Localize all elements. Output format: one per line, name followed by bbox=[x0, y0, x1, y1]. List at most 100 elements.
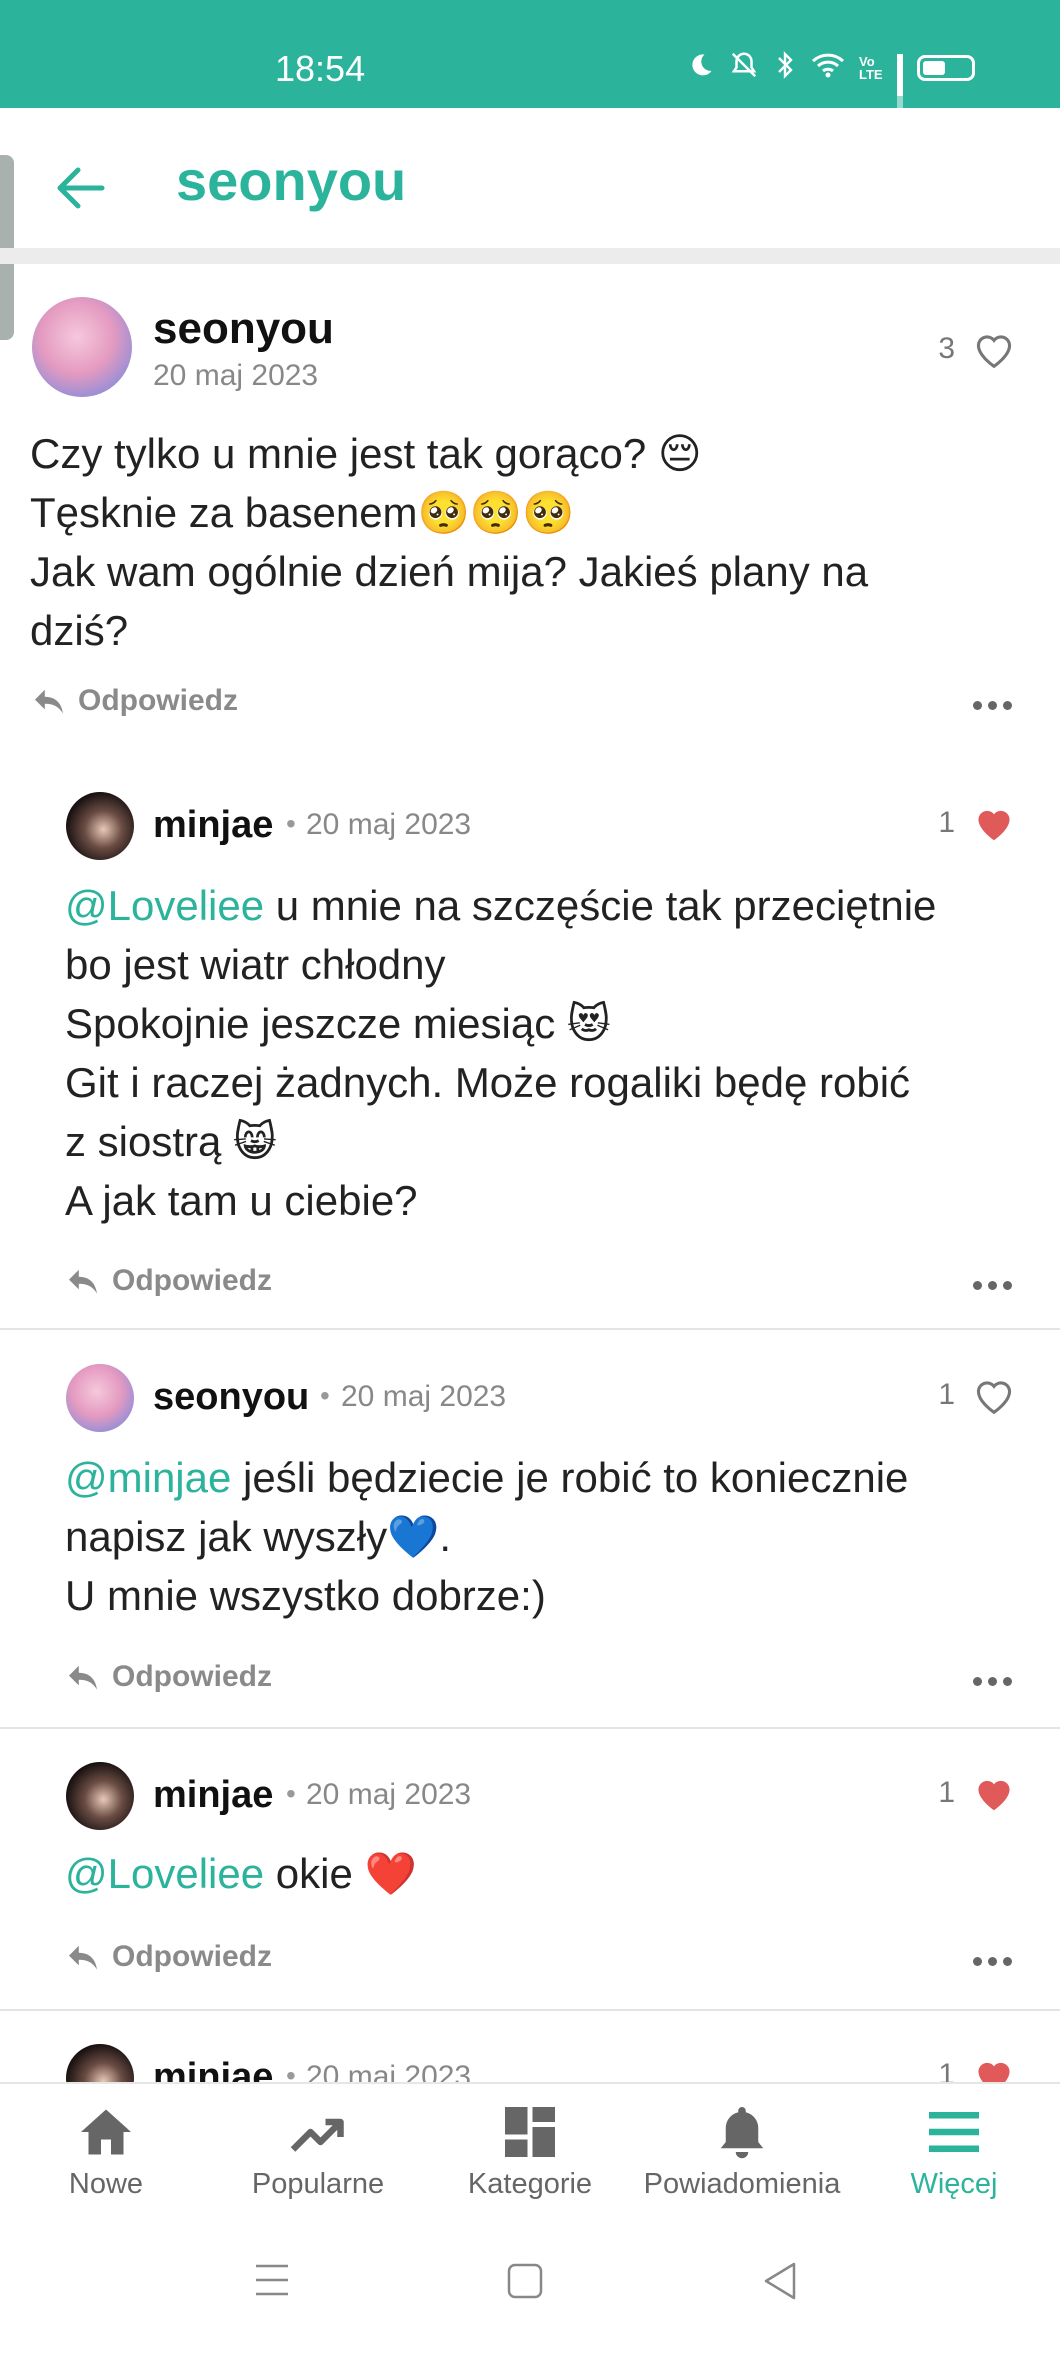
heart-outline-icon bbox=[976, 335, 1012, 368]
bell-icon bbox=[720, 2107, 764, 2159]
comment-divider bbox=[0, 2009, 1060, 2011]
comment-line: jeśli będziecie je robić to koniecznie bbox=[231, 1454, 909, 1501]
status-icons: Vo LTE bbox=[687, 50, 975, 122]
heart-filled-icon bbox=[978, 2062, 1010, 2082]
post-date: 20 maj 2023 bbox=[153, 359, 319, 392]
header-divider bbox=[0, 248, 1060, 264]
comment-date: 20 maj 2023 bbox=[306, 1778, 472, 1811]
reply-label: Odpowiedz bbox=[112, 1940, 272, 1973]
comment-date: 20 maj 2023 bbox=[306, 808, 472, 841]
nav-item-powiadomienia[interactable]: Powiadomienia bbox=[636, 2104, 848, 2201]
reply-icon bbox=[35, 689, 63, 714]
comment-body: @minjae jeśli będziecie je robić to koni… bbox=[65, 1448, 908, 1625]
battery-icon bbox=[917, 54, 975, 81]
post-line: Tęsknie za basenem🥺🥺🥺 bbox=[30, 489, 575, 536]
comment-line: napisz jak wyszły💙. bbox=[65, 1513, 452, 1560]
more-options-icon[interactable] bbox=[973, 701, 1012, 710]
avatar[interactable] bbox=[32, 297, 132, 397]
comment-author[interactable]: seonyou bbox=[153, 1376, 309, 1419]
reply-label: Odpowiedz bbox=[112, 1264, 272, 1297]
grid-icon bbox=[505, 2107, 555, 2157]
comment-line: z siostrą 😸 bbox=[65, 1118, 277, 1165]
like-count: 1 bbox=[938, 2058, 955, 2082]
mention-link[interactable]: @Loveliee bbox=[65, 882, 264, 929]
comment-author[interactable]: minjae bbox=[153, 804, 273, 847]
comment-divider bbox=[0, 1727, 1060, 1729]
comment-author[interactable]: minjae bbox=[153, 1774, 273, 1817]
bluetooth-icon bbox=[773, 50, 797, 85]
reply-button[interactable]: Odpowiedz bbox=[66, 1940, 272, 1974]
heart-outline-icon bbox=[976, 1381, 1012, 1414]
separator-dot: • bbox=[286, 2060, 296, 2082]
comment-date: 20 maj 2023 bbox=[306, 2060, 472, 2082]
like-button[interactable]: 1 bbox=[938, 2056, 1015, 2082]
comment-line: bo jest wiatr chłodny bbox=[65, 941, 446, 988]
comment-line: A jak tam u ciebie? bbox=[65, 1177, 418, 1224]
like-button[interactable]: 3 bbox=[938, 330, 1015, 368]
back-arrow-icon[interactable] bbox=[52, 158, 112, 218]
mention-link[interactable]: @minjae bbox=[65, 1454, 231, 1501]
nav-item-wiecej[interactable]: Więcej bbox=[848, 2104, 1060, 2201]
mute-bell-icon bbox=[729, 50, 759, 85]
comment-line: U mnie wszystko dobrze:) bbox=[65, 1572, 546, 1619]
like-count: 1 bbox=[938, 806, 955, 839]
like-count: 1 bbox=[938, 1776, 955, 1809]
home-icon bbox=[81, 2109, 131, 2155]
heart-filled-icon bbox=[978, 1780, 1010, 1811]
nav-item-kategorie[interactable]: Kategorie bbox=[424, 2104, 636, 2201]
more-options-icon[interactable] bbox=[973, 1677, 1012, 1686]
back-triangle-icon[interactable] bbox=[760, 2260, 800, 2307]
comment-thread: seonyou 20 maj 2023 3 Czy tylko u mnie j… bbox=[0, 264, 1060, 2082]
more-options-icon[interactable] bbox=[973, 1281, 1012, 1290]
comment-line: Spokojnie jeszcze miesiąc 😻 bbox=[65, 1000, 611, 1047]
separator-dot: • bbox=[286, 1778, 296, 1809]
nav-label: Popularne bbox=[251, 2168, 385, 2200]
like-button[interactable]: 1 bbox=[938, 804, 1015, 842]
comment-line: Git i raczej żadnych. Może rogaliki będę… bbox=[65, 1059, 911, 1106]
more-options-icon[interactable] bbox=[973, 1957, 1012, 1966]
post-line: dziś? bbox=[30, 607, 129, 654]
status-bar: 18:54 Vo LTE bbox=[0, 0, 1060, 122]
like-button[interactable]: 1 bbox=[938, 1376, 1015, 1414]
reply-label: Odpowiedz bbox=[112, 1660, 272, 1693]
comment-line: okie ❤️ bbox=[264, 1850, 417, 1897]
separator-dot: • bbox=[320, 1380, 330, 1411]
reply-button[interactable]: Odpowiedz bbox=[66, 1264, 272, 1298]
comment-line: u mnie na szczęście tak przeciętnie bbox=[264, 882, 937, 929]
comment-author[interactable]: minjae bbox=[153, 2056, 273, 2082]
heart-filled-icon bbox=[978, 810, 1010, 841]
moon-icon bbox=[687, 51, 715, 84]
post-line: Czy tylko u mnie jest tak gorąco? 😔 bbox=[30, 430, 702, 477]
comment-body: @Loveliee okie ❤️ bbox=[65, 1844, 417, 1903]
signal-icon bbox=[897, 53, 903, 122]
reply-icon bbox=[69, 1269, 97, 1294]
avatar[interactable] bbox=[66, 792, 134, 860]
nav-label: Więcej bbox=[910, 2168, 998, 2200]
reply-icon bbox=[69, 1945, 97, 1970]
nav-label: Kategorie bbox=[467, 2168, 593, 2200]
avatar[interactable] bbox=[66, 1364, 134, 1432]
nav-item-nowe[interactable]: Nowe bbox=[0, 2104, 212, 2201]
nav-item-popularne[interactable]: Popularne bbox=[212, 2104, 424, 2201]
post-author[interactable]: seonyou bbox=[153, 304, 334, 354]
wifi-icon bbox=[811, 51, 845, 84]
mention-link[interactable]: @Loveliee bbox=[65, 1850, 264, 1897]
reply-button[interactable]: Odpowiedz bbox=[32, 684, 238, 718]
nav-label: Nowe bbox=[68, 2168, 144, 2200]
recent-apps-icon[interactable] bbox=[252, 2262, 292, 2303]
avatar[interactable] bbox=[66, 2044, 134, 2082]
reply-button[interactable]: Odpowiedz bbox=[66, 1660, 272, 1694]
comment-divider bbox=[0, 1328, 1060, 1330]
bottom-navigation: Nowe Popularne Kategorie Powiadomienia W… bbox=[0, 2082, 1060, 2224]
avatar[interactable] bbox=[66, 1762, 134, 1830]
system-navigation bbox=[0, 2222, 1060, 2355]
like-count: 1 bbox=[938, 1378, 955, 1411]
reply-icon bbox=[69, 1665, 97, 1690]
reply-label: Odpowiedz bbox=[78, 684, 238, 717]
status-time: 18:54 bbox=[275, 48, 366, 89]
nav-label: Powiadomienia bbox=[643, 2168, 841, 2200]
home-square-icon[interactable] bbox=[506, 2262, 544, 2305]
trending-icon bbox=[290, 2118, 344, 2152]
like-button[interactable]: 1 bbox=[938, 1774, 1015, 1812]
menu-icon bbox=[929, 2112, 979, 2152]
